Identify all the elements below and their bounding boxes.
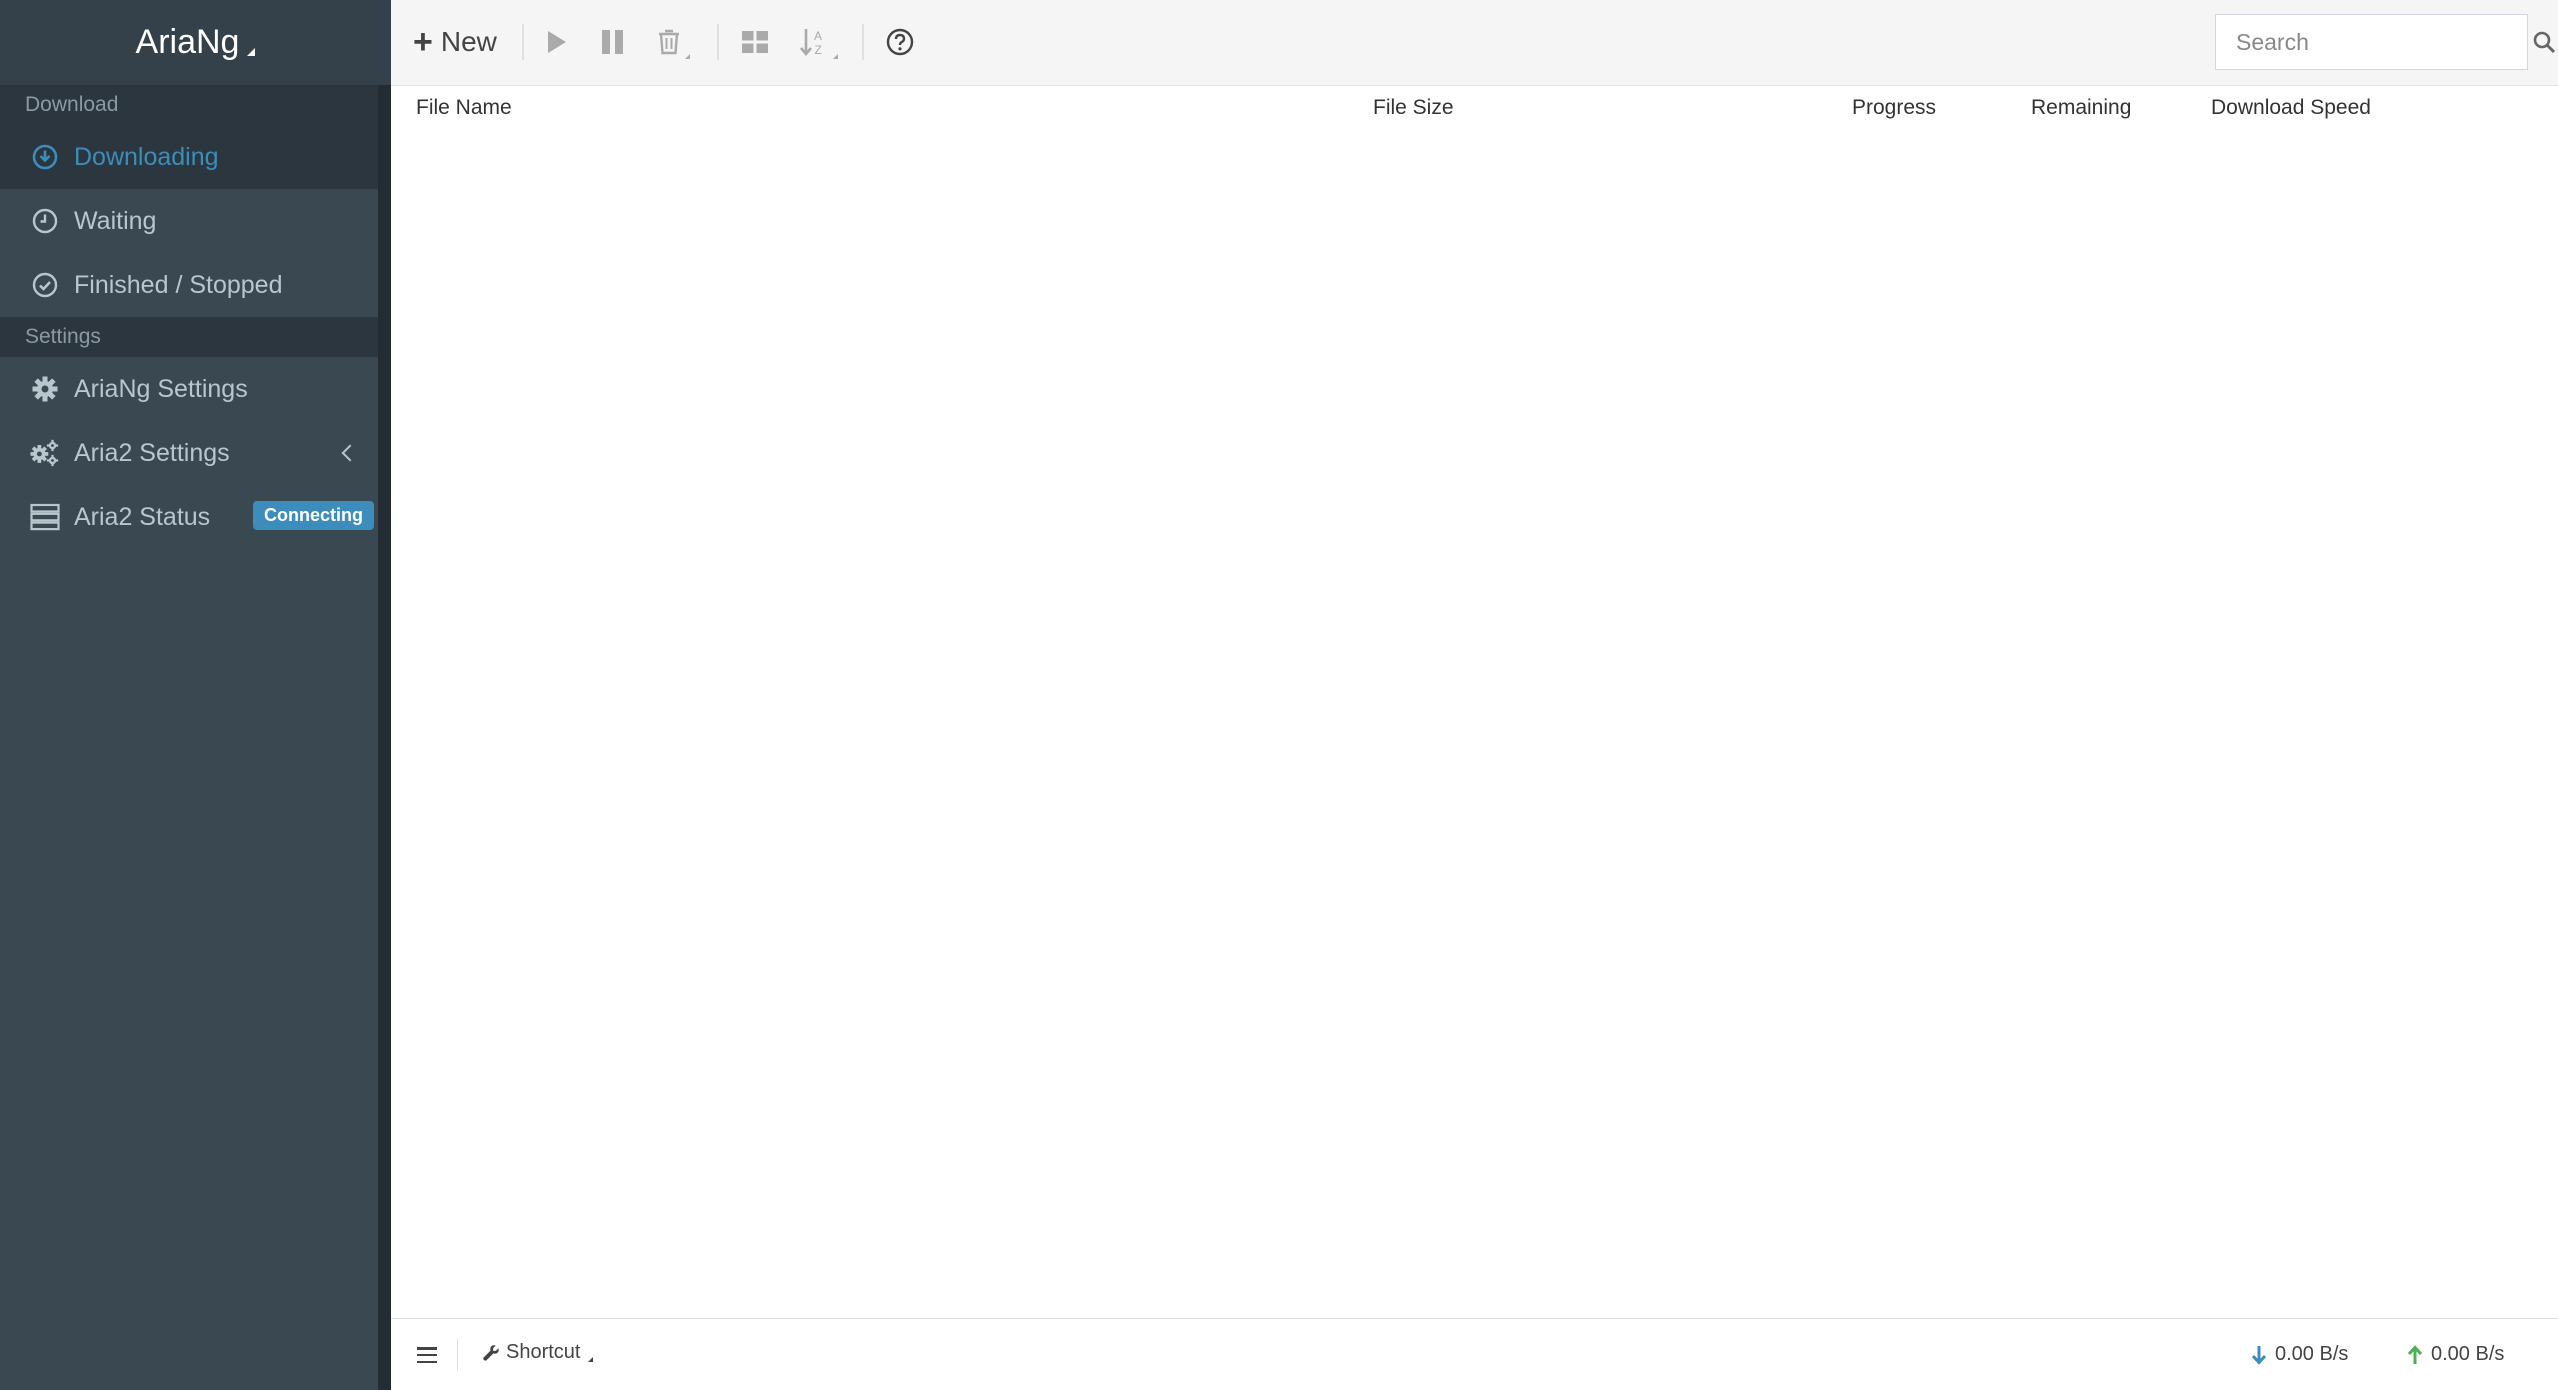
check-circle-icon (30, 270, 60, 300)
menu-header-settings: Settings (0, 317, 391, 357)
sidebar-scrollbar[interactable] (378, 85, 391, 1390)
sidebar-item-waiting[interactable]: Waiting (0, 189, 378, 253)
column-header-file-name[interactable]: File Name (416, 96, 512, 120)
help-button[interactable] (886, 20, 914, 64)
menu-header-download: Download (0, 85, 391, 125)
sidebar-item-label: AriaNg Settings (74, 374, 248, 403)
status-bar: Shortcut 0.00 B/s 0.00 B/s (391, 1318, 2558, 1390)
column-header-remaining[interactable]: Remaining (2031, 96, 2131, 120)
main-content: + New AZ Search File Name File Size Prog… (391, 0, 2558, 1390)
clock-icon (30, 206, 60, 236)
wrench-icon (483, 1344, 499, 1361)
plus-icon: + (413, 23, 433, 61)
shortcut-dropdown-caret-icon (588, 1357, 594, 1362)
column-header-file-size[interactable]: File Size (1373, 96, 1454, 120)
arrow-up-icon (2407, 1344, 2423, 1364)
sort-dropdown-caret-icon (833, 54, 838, 59)
footer-divider (457, 1339, 458, 1371)
hamburger-menu-icon[interactable] (417, 1347, 437, 1363)
toolbar-divider (717, 24, 719, 60)
search-icon[interactable] (2532, 30, 2556, 54)
svg-text:A: A (814, 29, 822, 43)
global-download-speed: 0.00 B/s (2251, 1343, 2348, 1366)
global-upload-speed: 0.00 B/s (2407, 1343, 2504, 1366)
upload-speed-value: 0.00 B/s (2431, 1343, 2505, 1365)
sidebar-item-finished-stopped[interactable]: Finished / Stopped (0, 253, 378, 317)
display-mode-button[interactable] (741, 20, 769, 64)
sidebar-item-label: Downloading (74, 142, 219, 171)
toolbar: + New AZ (391, 0, 2558, 86)
column-header-download-speed[interactable]: Download Speed (2211, 96, 2371, 120)
grid-icon (742, 31, 768, 53)
toolbar-divider (862, 24, 864, 60)
sidebar-item-label: Aria2 Settings (74, 438, 230, 467)
pause-button[interactable] (601, 20, 625, 64)
brand-caret-icon (247, 47, 256, 56)
play-icon (548, 31, 566, 53)
search-field (2215, 14, 2556, 70)
new-button-label: New (440, 26, 497, 57)
brand-title: AriaNg (135, 23, 240, 61)
arrow-circle-down-icon (30, 142, 60, 172)
sidebar-item-downloading[interactable]: Downloading (0, 125, 378, 189)
status-badge: Connecting (253, 501, 374, 530)
gears-icon (30, 438, 60, 468)
arrow-down-icon (2251, 1345, 2267, 1365)
column-header-progress[interactable]: Progress (1852, 96, 1936, 120)
task-table-header: File Name File Size Progress Remaining D… (391, 86, 2558, 131)
trash-icon (659, 29, 679, 55)
start-button[interactable] (546, 20, 568, 64)
gear-icon (30, 374, 60, 404)
sort-alpha-icon: AZ (800, 29, 822, 57)
new-task-button[interactable]: + New (413, 20, 497, 64)
svg-text:Z: Z (815, 43, 822, 57)
sidebar: AriaNg Download Downloading Waiting Fini… (0, 0, 391, 1390)
sort-button[interactable]: AZ (799, 20, 838, 64)
sidebar-item-label: Waiting (74, 206, 157, 235)
toolbar-divider (522, 24, 524, 60)
search-input[interactable] (2216, 15, 2532, 69)
app-window: AriaNg Download Downloading Waiting Fini… (0, 0, 2558, 1390)
pause-icon (602, 30, 623, 54)
shortcut-button[interactable]: Shortcut (482, 1341, 594, 1364)
download-speed-value: 0.00 B/s (2275, 1343, 2349, 1365)
brand-logo[interactable]: AriaNg (0, 0, 391, 85)
sidebar-item-label: Finished / Stopped (74, 270, 283, 299)
sidebar-item-ariang-settings[interactable]: AriaNg Settings (0, 357, 378, 421)
sidebar-item-aria2-status[interactable]: Aria2 Status Connecting (0, 485, 378, 549)
delete-button[interactable] (657, 20, 690, 64)
delete-dropdown-caret-icon (685, 54, 690, 59)
sidebar-item-aria2-settings[interactable]: Aria2 Settings (0, 421, 378, 485)
server-icon (30, 502, 60, 532)
question-circle-icon (886, 28, 914, 56)
shortcut-label: Shortcut (506, 1341, 581, 1363)
